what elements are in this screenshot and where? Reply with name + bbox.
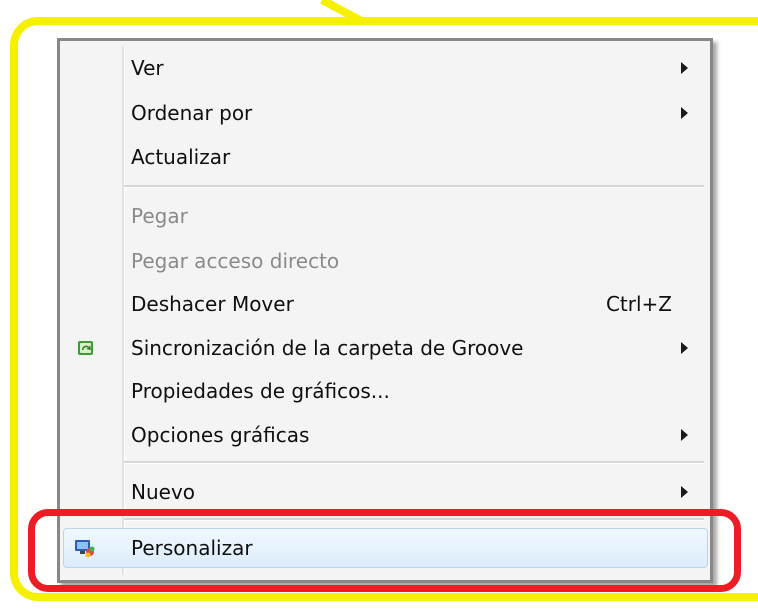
menu-separator — [124, 185, 704, 188]
groove-sync-icon — [78, 340, 93, 355]
submenu-arrow-icon — [681, 61, 688, 74]
menu-item-label: Deshacer Mover — [131, 291, 294, 316]
menu-separator — [124, 461, 704, 464]
menu-item-groove-sync[interactable]: Sincronización de la carpeta de Groove — [60, 326, 710, 369]
menu-item-label: Propiedades de gráficos... — [131, 378, 390, 403]
menu-item-shortcut: Ctrl+Z — [605, 291, 672, 316]
menu-item-label: Pegar acceso directo — [131, 248, 340, 273]
menu-item-ordenar-por[interactable]: Ordenar por — [60, 91, 710, 134]
submenu-arrow-icon — [681, 485, 688, 498]
menu-item-ver[interactable]: Ver — [60, 46, 710, 89]
menu-item-deshacer-mover[interactable]: Deshacer Mover Ctrl+Z — [60, 282, 710, 325]
menu-item-propiedades-graficos[interactable]: Propiedades de gráficos... — [60, 369, 710, 412]
menu-item-label: Opciones gráficas — [131, 422, 310, 447]
screenshot-stage: Ver Ordenar por Actualizar Pegar Pegar a… — [0, 0, 758, 613]
menu-item-label: Nuevo — [131, 479, 196, 504]
submenu-arrow-icon — [681, 106, 688, 119]
menu-item-label: Sincronización de la carpeta de Groove — [131, 335, 524, 360]
menu-item-pegar-acceso-directo[interactable]: Pegar acceso directo — [60, 239, 710, 282]
submenu-arrow-icon — [681, 341, 688, 354]
menu-item-actualizar[interactable]: Actualizar — [60, 135, 710, 178]
menu-item-opciones-graficas[interactable]: Opciones gráficas — [60, 413, 710, 456]
desktop-context-menu: Ver Ordenar por Actualizar Pegar Pegar a… — [57, 38, 713, 583]
menu-item-pegar[interactable]: Pegar — [60, 194, 710, 237]
submenu-arrow-icon — [681, 428, 688, 441]
red-annotation-highlight — [28, 509, 741, 592]
menu-item-label: Ver — [131, 55, 164, 80]
menu-item-label: Ordenar por — [131, 100, 253, 125]
menu-item-label: Pegar — [131, 203, 188, 228]
menu-item-nuevo[interactable]: Nuevo — [60, 470, 710, 513]
menu-item-label: Actualizar — [131, 144, 231, 169]
